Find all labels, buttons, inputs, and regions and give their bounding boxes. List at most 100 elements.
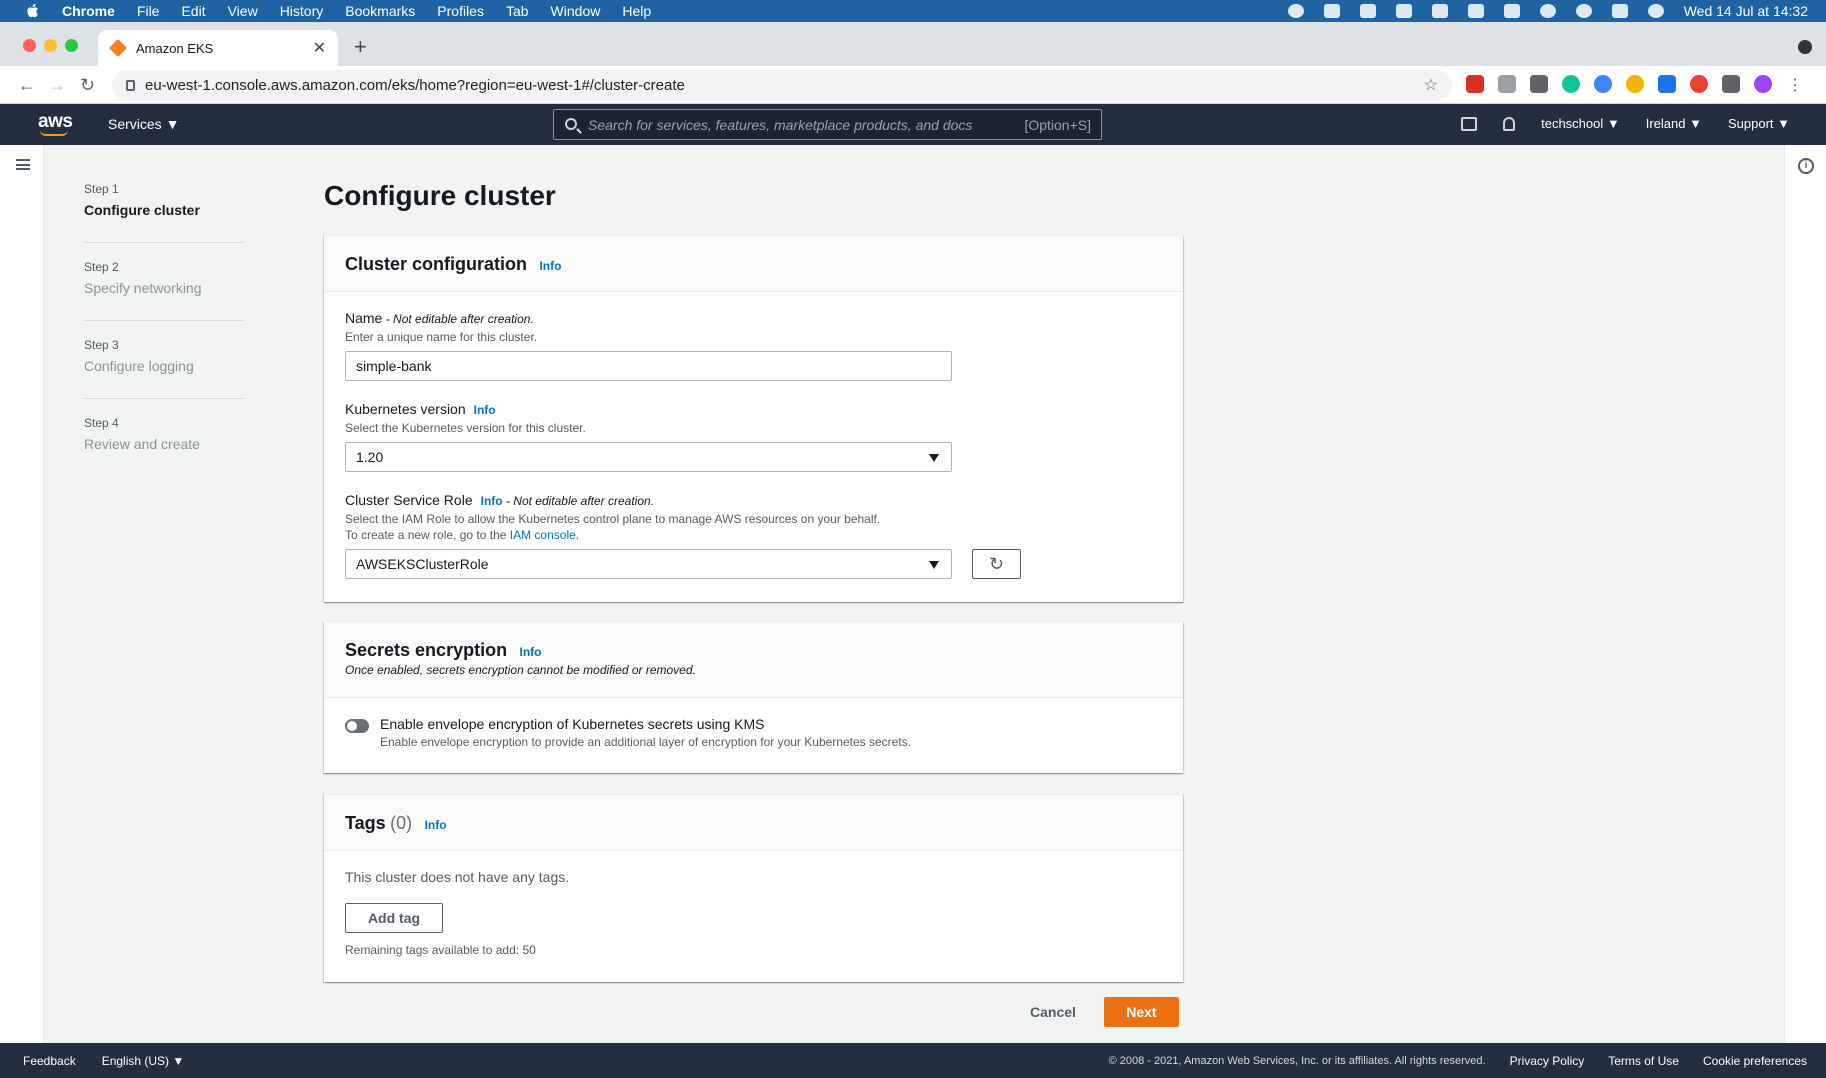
bookmark-star-icon[interactable]: ☆ bbox=[1424, 75, 1438, 95]
toggle-label[interactable]: Enable envelope encryption of Kubernetes… bbox=[380, 716, 911, 732]
cookie-preferences-link[interactable]: Cookie preferences bbox=[1703, 1054, 1807, 1068]
terms-of-use-link[interactable]: Terms of Use bbox=[1608, 1054, 1679, 1068]
privacy-policy-link[interactable]: Privacy Policy bbox=[1510, 1054, 1585, 1068]
step-3[interactable]: Step 3 Configure logging bbox=[84, 338, 244, 399]
panel-body: Name - Not editable after creation. Ente… bbox=[324, 292, 1183, 599]
panel-body: This cluster does not have any tags. Add… bbox=[324, 851, 1183, 977]
cluster-service-role-select[interactable]: AWSEKSClusterRole bbox=[345, 549, 952, 579]
close-tab-icon[interactable]: ✕ bbox=[313, 38, 326, 58]
add-tag-button[interactable]: Add tag bbox=[345, 903, 443, 933]
language-selector[interactable]: English (US) ▼ bbox=[102, 1054, 185, 1068]
account-menu[interactable]: techschool ▼ bbox=[1541, 116, 1620, 131]
siri-icon[interactable] bbox=[1647, 4, 1664, 18]
menu-file[interactable]: File bbox=[137, 3, 160, 19]
profile-avatar-icon[interactable] bbox=[1754, 75, 1772, 93]
extension-lastpass-icon[interactable] bbox=[1690, 75, 1708, 93]
reload-icon[interactable]: ↻ bbox=[80, 75, 95, 96]
info-link[interactable]: Info bbox=[539, 259, 561, 273]
notifications-bell-icon[interactable] bbox=[1503, 116, 1516, 131]
search-shortcut: [Option+S] bbox=[1024, 116, 1091, 133]
close-window-icon[interactable] bbox=[23, 39, 36, 52]
menu-help[interactable]: Help bbox=[622, 3, 651, 19]
menu-window[interactable]: Window bbox=[551, 3, 601, 19]
minimize-window-icon[interactable] bbox=[44, 39, 57, 52]
step-1[interactable]: Step 1 Configure cluster bbox=[84, 182, 244, 243]
step-title: Review and create bbox=[84, 436, 200, 452]
panel-header: Secrets encryption Info Once enabled, se… bbox=[324, 622, 1183, 698]
battery-icon[interactable] bbox=[1503, 4, 1520, 18]
iam-console-link[interactable]: IAM console bbox=[510, 528, 576, 542]
extensions-puzzle-icon[interactable] bbox=[1722, 75, 1740, 93]
lock-icon[interactable] bbox=[126, 79, 135, 91]
cancel-button[interactable]: Cancel bbox=[1030, 1004, 1076, 1020]
browser-tab[interactable]: Amazon EKS ✕ bbox=[98, 30, 338, 66]
cluster-name-value[interactable]: simple-bank bbox=[356, 358, 431, 374]
menu-tab[interactable]: Tab bbox=[506, 3, 529, 19]
aws-logo[interactable]: aws bbox=[38, 111, 73, 136]
spotlight-icon[interactable] bbox=[1575, 4, 1592, 18]
wifi-icon[interactable] bbox=[1539, 4, 1556, 18]
extension-chrome-icon[interactable] bbox=[1594, 75, 1612, 93]
extension-grammarly-icon[interactable] bbox=[1562, 75, 1580, 93]
cluster-service-role-label: Cluster Service Role Info - Not editable … bbox=[345, 492, 1162, 508]
extension-search-icon[interactable] bbox=[1530, 75, 1548, 93]
more-dots-icon[interactable] bbox=[1359, 4, 1376, 18]
hamburger-menu-icon[interactable] bbox=[16, 159, 30, 170]
extension-translate-icon[interactable] bbox=[1658, 75, 1676, 93]
tags-count: (0) bbox=[390, 813, 413, 833]
cluster-name-input[interactable]: simple-bank bbox=[345, 351, 952, 381]
kubernetes-version-select[interactable]: 1.20 bbox=[345, 442, 952, 472]
docker-icon[interactable] bbox=[1323, 4, 1340, 18]
control-center-icon[interactable] bbox=[1611, 4, 1628, 18]
browser-menu-icon[interactable]: ⋮ bbox=[1786, 75, 1804, 94]
refresh-roles-button[interactable]: ↻ bbox=[972, 549, 1021, 579]
info-panel-icon[interactable]: i bbox=[1798, 158, 1814, 174]
step-4[interactable]: Step 4 Review and create bbox=[84, 416, 244, 476]
kubernetes-version-field: Kubernetes version Info Select the Kubern… bbox=[345, 401, 1162, 472]
menu-view[interactable]: View bbox=[228, 3, 258, 19]
mute-icon[interactable] bbox=[1395, 4, 1412, 18]
menu-profiles[interactable]: Profiles bbox=[437, 3, 484, 19]
panel-body: Enable envelope encryption of Kubernetes… bbox=[324, 698, 1183, 769]
no-tags-message: This cluster does not have any tags. bbox=[345, 869, 570, 885]
menu-app-chrome[interactable]: Chrome bbox=[62, 3, 115, 19]
info-link[interactable]: Info bbox=[474, 403, 496, 417]
global-search-input[interactable]: Search for services, features, marketpla… bbox=[553, 109, 1102, 140]
browser-tab-strip: Amazon EKS ✕ + bbox=[0, 22, 1826, 66]
next-button[interactable]: Next bbox=[1103, 997, 1179, 1027]
panel-title: Secrets encryption bbox=[345, 640, 508, 660]
kubernetes-version-label-text: Kubernetes version bbox=[345, 401, 466, 417]
menu-edit[interactable]: Edit bbox=[181, 3, 205, 19]
extension-coin-icon[interactable] bbox=[1626, 75, 1644, 93]
envelope-encryption-toggle[interactable] bbox=[345, 719, 369, 733]
info-link[interactable]: Info bbox=[481, 494, 503, 508]
url-text[interactable]: eu-west-1.console.aws.amazon.com/eks/hom… bbox=[145, 77, 685, 94]
menu-clock[interactable]: Wed 14 Jul at 14:32 bbox=[1684, 3, 1808, 19]
menu-history[interactable]: History bbox=[280, 3, 324, 19]
feedback-link[interactable]: Feedback bbox=[23, 1054, 76, 1068]
extension-icons: ⋮ bbox=[1466, 75, 1804, 94]
extension-screen-icon[interactable] bbox=[1498, 75, 1516, 93]
region-menu[interactable]: Ireland ▼ bbox=[1646, 116, 1702, 131]
services-menu[interactable]: Services ▼ bbox=[108, 116, 179, 132]
input-source-icon[interactable] bbox=[1431, 4, 1448, 18]
apple-icon[interactable] bbox=[24, 2, 42, 20]
bluetooth-icon[interactable] bbox=[1467, 4, 1484, 18]
toggle-description: Enable envelope encryption to provide an… bbox=[380, 735, 911, 749]
maximize-window-icon[interactable] bbox=[65, 39, 78, 52]
new-tab-icon[interactable]: + bbox=[354, 34, 367, 60]
back-icon[interactable]: ← bbox=[18, 75, 36, 96]
info-link[interactable]: Info bbox=[425, 818, 447, 832]
forward-icon[interactable]: → bbox=[48, 75, 66, 96]
extension-calendar-icon[interactable] bbox=[1466, 75, 1484, 93]
address-bar[interactable]: eu-west-1.console.aws.amazon.com/eks/hom… bbox=[112, 70, 1452, 100]
cloudshell-icon[interactable] bbox=[1461, 116, 1478, 131]
menu-bookmarks[interactable]: Bookmarks bbox=[345, 3, 415, 19]
info-link[interactable]: Info bbox=[520, 645, 542, 659]
step-title: Configure cluster bbox=[84, 202, 200, 218]
name-label-text: Name bbox=[345, 310, 383, 326]
record-icon[interactable] bbox=[1287, 4, 1304, 18]
support-menu[interactable]: Support ▼ bbox=[1728, 116, 1790, 131]
step-2[interactable]: Step 2 Specify networking bbox=[84, 260, 244, 321]
tab-search-icon[interactable] bbox=[1798, 40, 1812, 54]
